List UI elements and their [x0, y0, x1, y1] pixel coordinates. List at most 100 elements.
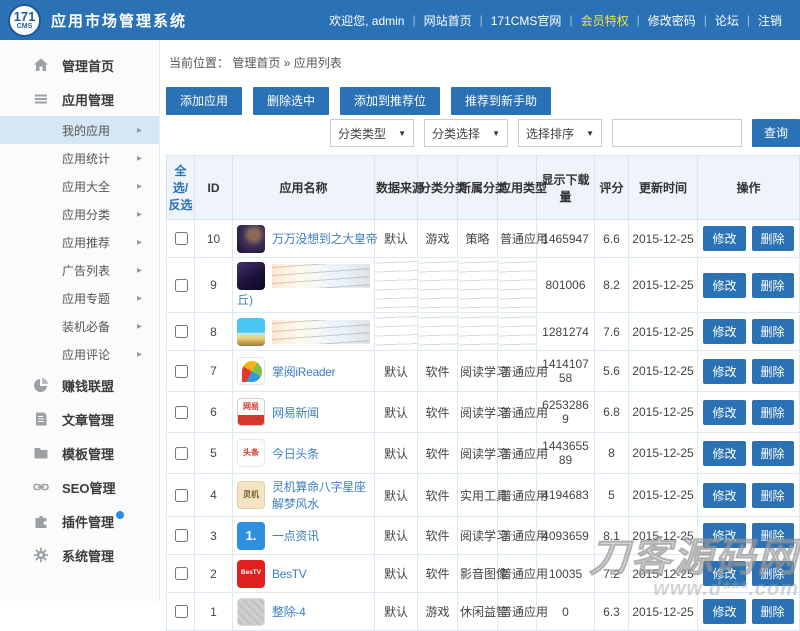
app-name-link[interactable]: BesTV [272, 567, 307, 581]
delete-button[interactable]: 删除 [751, 599, 794, 624]
edit-button[interactable]: 修改 [703, 523, 746, 548]
app-name-link[interactable]: 今日头条 [272, 445, 319, 462]
sidebar-subitem[interactable]: 广告列表 ▸ [0, 256, 159, 284]
sidebar-item[interactable]: 系统管理 [0, 538, 159, 572]
source-cell: 默认 [374, 391, 418, 433]
app-name-link[interactable]: 整除-4 [272, 603, 306, 620]
breadcrumb-home-link[interactable]: 管理首页 [232, 56, 280, 70]
sidebar-subitem[interactable]: 应用评论 ▸ [0, 340, 159, 368]
delete-button[interactable]: 删除 [751, 523, 794, 548]
sidebar-subitem[interactable]: 应用大全 ▸ [0, 172, 159, 200]
sidebar-subitem[interactable]: 应用分类 ▸ [0, 200, 159, 228]
source-cell: 默认 [374, 592, 418, 631]
ops-cell: 修改 删除 [697, 219, 800, 258]
sidebar-subitem[interactable]: 应用推荐 ▸ [0, 228, 159, 256]
id-cell: 10 [194, 219, 233, 258]
chevron-right-icon: ▸ [136, 348, 142, 360]
filter-select-3[interactable]: 选择排序 ▼ [518, 119, 602, 147]
checkbox-cell [166, 257, 195, 313]
name-cell [232, 312, 375, 351]
app-name-link[interactable]: 掌阅iReader [272, 363, 336, 380]
sidebar-item[interactable]: 模板管理 [0, 436, 159, 470]
row-checkbox[interactable] [174, 364, 188, 378]
toolbar-button-2[interactable]: 删除选中 [253, 87, 330, 115]
row-checkbox[interactable] [174, 405, 188, 419]
top-link-2[interactable]: 171CMS官网 [483, 12, 570, 29]
app-name-link[interactable]: 网易新闻 [272, 404, 319, 421]
sidebar-item-label: 插件管理 [62, 514, 115, 530]
edit-button[interactable]: 修改 [703, 272, 746, 298]
sidebar-item[interactable]: 应用管理 [0, 82, 159, 116]
app-type-cell: 普通应用 [497, 592, 548, 631]
sidebar-subitem[interactable]: 应用专题 ▸ [0, 284, 159, 312]
sidebar-subitem[interactable]: 应用统计 ▸ [0, 144, 159, 172]
delete-button[interactable]: 删除 [751, 272, 794, 298]
app-type-cell [497, 312, 537, 351]
edit-button[interactable]: 修改 [703, 319, 746, 344]
delete-button[interactable]: 删除 [751, 561, 794, 586]
sidebar-item-label: 文章管理 [62, 412, 115, 428]
sidebar-item[interactable]: 管理首页 [0, 48, 159, 82]
top-link-1[interactable]: 网站首页 [416, 12, 480, 29]
row-checkbox[interactable] [174, 567, 188, 580]
row-checkbox[interactable] [174, 529, 188, 542]
category-cell: 策略 [457, 219, 498, 258]
toolbar-button-4[interactable]: 推荐到新手助 [451, 87, 552, 115]
delete-button[interactable]: 删除 [751, 319, 794, 344]
toolbar-button-1[interactable]: 添加应用 [166, 87, 243, 115]
table-row: 7 掌阅iReader 默认 软件 阅读学习 普通应用 141410758 5.6 2015-1… [166, 350, 800, 392]
yidian-blue-icon: 1. [237, 521, 265, 550]
edit-button[interactable]: 修改 [703, 226, 746, 251]
toolbar-button-3[interactable]: 添加到推荐位 [340, 87, 441, 115]
filter-select-2[interactable]: 分类选择 ▼ [424, 119, 508, 147]
edit-button[interactable]: 修改 [703, 440, 746, 466]
updated-cell: 2015-12-25 [628, 554, 698, 593]
sidebar-subitem[interactable]: 我的应用 ▸ [0, 116, 159, 144]
downloads-cell: 4093659 [536, 516, 595, 555]
row-checkbox[interactable] [174, 325, 188, 338]
edit-button[interactable]: 修改 [703, 599, 746, 624]
row-checkbox[interactable] [174, 232, 188, 245]
sidebar-item[interactable]: SEO管理 [0, 470, 159, 504]
app-name-link[interactable]: 万万没想到之大皇帝 [272, 230, 378, 247]
category-cell [457, 312, 498, 351]
delete-button[interactable]: 删除 [751, 399, 794, 425]
top-link-6[interactable]: 注销 [750, 12, 790, 29]
delete-button[interactable]: 删除 [751, 482, 794, 508]
app-name-link[interactable]: 一点资讯 [272, 527, 319, 544]
category-cell: 休闲益智 [457, 592, 508, 631]
app-name-link[interactable]: 灵机算命八字星座解梦风水 [272, 478, 370, 512]
row-checkbox[interactable] [174, 605, 188, 618]
category-cell: 阅读学习 [457, 432, 508, 474]
app-icon-label: 网易 [243, 402, 259, 411]
delete-button[interactable]: 删除 [751, 226, 794, 251]
edit-button[interactable]: 修改 [703, 482, 746, 508]
search-button[interactable]: 查询 [752, 119, 800, 147]
edit-button[interactable]: 修改 [703, 561, 746, 586]
row-checkbox[interactable] [174, 488, 188, 502]
row-checkbox[interactable] [174, 446, 188, 460]
select-all-toggle[interactable]: 全选/反选 [166, 155, 195, 220]
app-type-cell: 普通应用 [497, 219, 548, 258]
delete-button[interactable]: 删除 [751, 440, 794, 466]
edit-button[interactable]: 修改 [703, 358, 746, 384]
top-link-4[interactable]: 修改密码 [640, 12, 704, 29]
sidebar-item[interactable]: 赚钱联盟 [0, 368, 159, 402]
search-input[interactable] [612, 119, 742, 147]
edit-button[interactable]: 修改 [703, 399, 746, 425]
sidebar-subitem[interactable]: 装机必备 ▸ [0, 312, 159, 340]
category-cell: 实用工具 [457, 473, 508, 517]
top-link-3[interactable]: 会员特权 [573, 12, 637, 29]
sidebar-item[interactable]: 文章管理 [0, 402, 159, 436]
downloads-cell: 1465947 [536, 219, 595, 258]
score-cell: 5.6 [594, 350, 629, 392]
sidebar-item[interactable]: 插件管理 [0, 504, 159, 538]
checkbox-cell [166, 312, 195, 351]
filter-select-1[interactable]: 分类类型 ▼ [330, 119, 414, 147]
top-link-5[interactable]: 论坛 [707, 12, 747, 29]
row-checkbox[interactable] [174, 278, 188, 292]
sidebar-subitem-label: 我的应用 [62, 123, 111, 138]
delete-button[interactable]: 删除 [751, 358, 794, 384]
sidebar-subitem-label: 应用大全 [62, 179, 111, 194]
category-cell: 阅读学习 [457, 391, 508, 433]
